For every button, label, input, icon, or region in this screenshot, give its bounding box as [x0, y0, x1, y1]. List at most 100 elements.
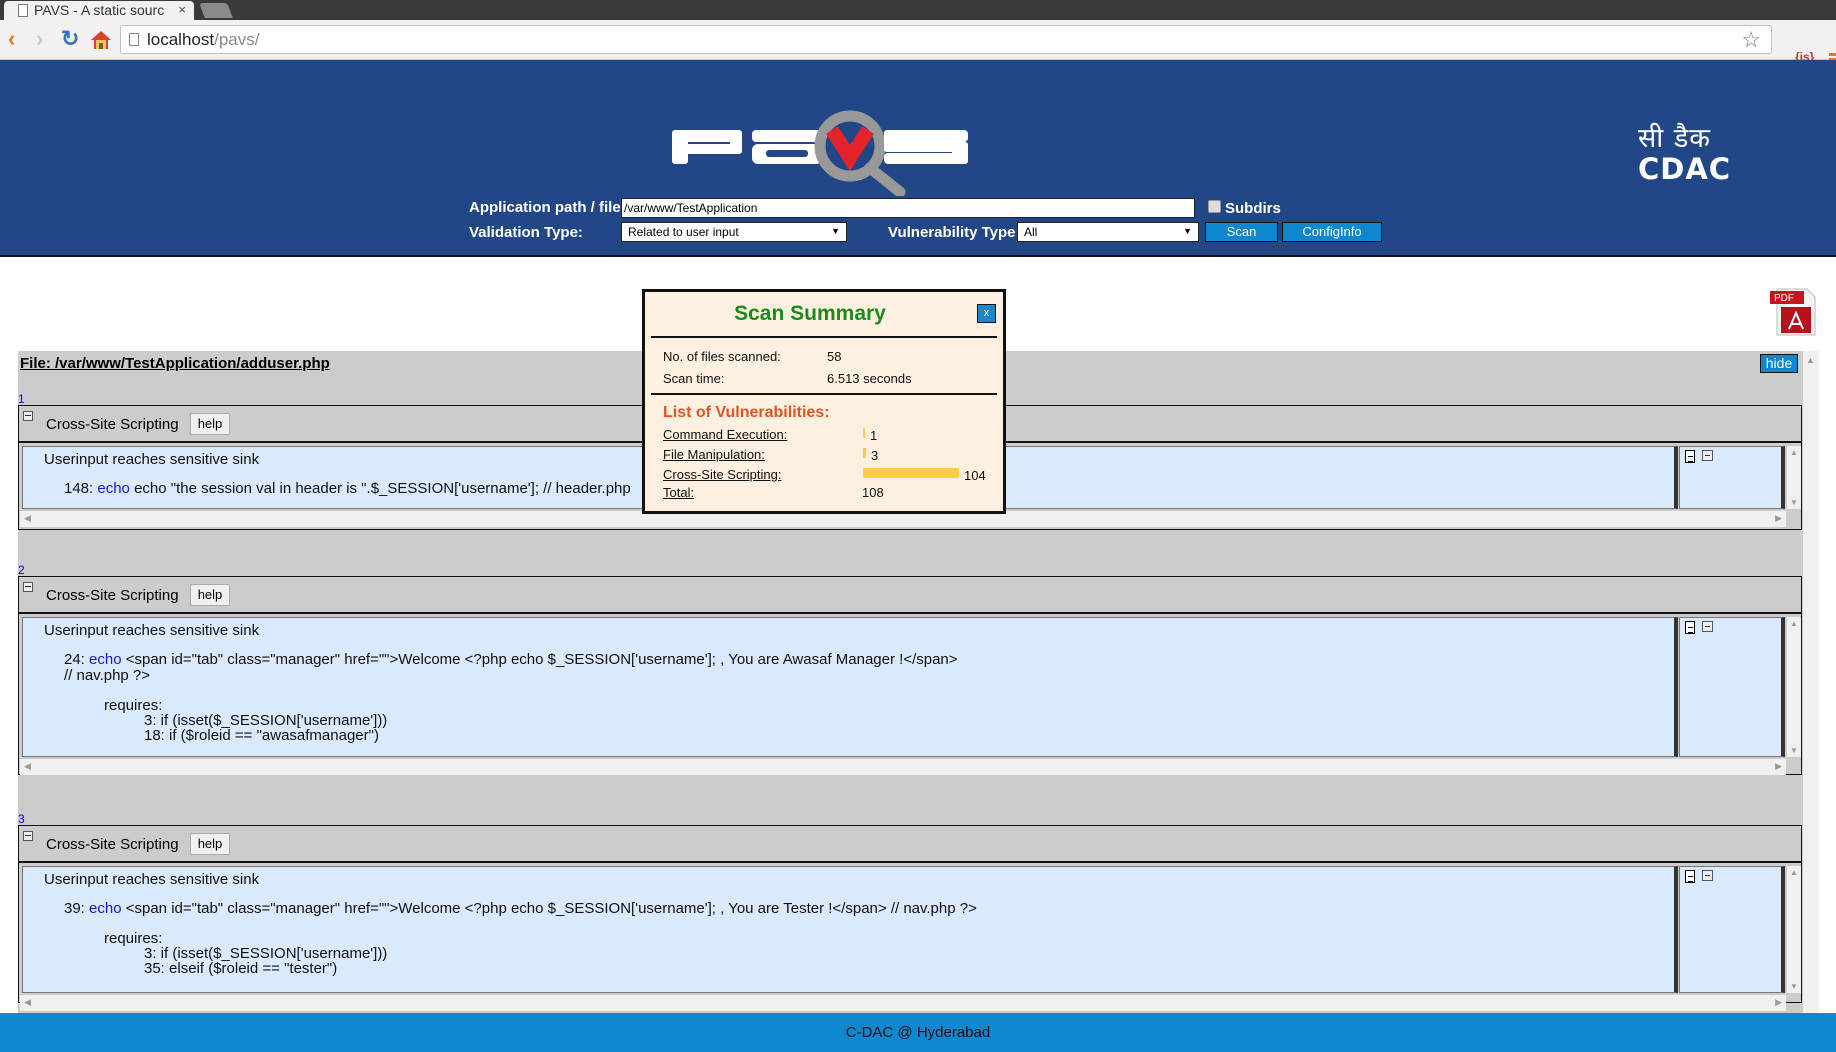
help-button[interactable]: help — [190, 413, 230, 435]
forward-icon[interactable]: › — [36, 26, 43, 52]
issue-actions — [1679, 617, 1785, 757]
subdirs-checkbox[interactable] — [1208, 200, 1221, 213]
scan-time-value: 6.513 seconds — [827, 371, 912, 386]
address-bar[interactable]: localhost/pavs/ ☆ — [120, 25, 1772, 54]
vuln-count: 104 — [964, 468, 986, 483]
code-vertical-scrollbar[interactable]: ▲ ▼ — [1787, 446, 1801, 509]
reload-icon[interactable]: ↻ — [61, 26, 79, 52]
browser-toolbar: ‹ › ↻ localhost/pavs/ ☆ {js} — [0, 20, 1836, 67]
file-icon[interactable] — [1685, 870, 1695, 883]
sink-keyword[interactable]: echo — [89, 900, 122, 917]
scan-summary-dialog: Scan Summary x No. of files scanned: 58 … — [642, 289, 1006, 514]
scan-button[interactable]: Scan — [1205, 222, 1278, 242]
issue-number[interactable]: 3 — [18, 812, 25, 826]
vuln-bar — [863, 468, 959, 478]
total-label: Total: — [663, 485, 695, 500]
sink-keyword[interactable]: echo — [89, 651, 122, 668]
page-icon — [18, 4, 28, 17]
collapse-icon[interactable] — [23, 582, 33, 592]
footer: C-DAC @ Hyderabad — [0, 1013, 1836, 1052]
browser-tab-bar: PAVS - A static sourc × — [0, 0, 1836, 20]
vulnerabilities-heading: List of Vulnerabilities: — [663, 404, 830, 421]
path-label: Application path / file: — [469, 199, 626, 216]
pdf-icon[interactable]: PDF — [1769, 287, 1817, 337]
back-icon[interactable]: ‹ — [8, 26, 15, 52]
tab-close-icon[interactable]: × — [178, 2, 186, 17]
vuln-label[interactable]: File Manipulation: — [663, 447, 765, 462]
code-box: Userinput reaches sensitive sink 39: ech… — [22, 866, 1678, 993]
code-line-continued: // nav.php ?> — [64, 667, 151, 684]
configinfo-button[interactable]: ConfigInfo — [1282, 222, 1382, 242]
browser-tab[interactable]: PAVS - A static sourc × — [4, 1, 194, 20]
code-horizontal-scrollbar[interactable]: ◀ ▶ — [20, 995, 1786, 1011]
minimize-icon[interactable] — [1702, 450, 1713, 461]
issue-message: Userinput reaches sensitive sink — [44, 622, 260, 639]
issue-number[interactable]: 1 — [18, 392, 25, 406]
file-icon[interactable] — [1685, 621, 1695, 634]
validation-type-select[interactable]: Related to user input ▼ — [621, 222, 847, 242]
home-icon[interactable] — [90, 29, 112, 51]
minimize-icon[interactable] — [1702, 870, 1713, 881]
issue-body: Userinput reaches sensitive sink 24: ech… — [18, 614, 1802, 775]
divider — [651, 393, 997, 395]
divider — [651, 336, 997, 338]
issue-type: Cross-Site Scripting — [46, 836, 179, 853]
app-header: सी डैक CDAC Application path / file: Sub… — [0, 60, 1836, 257]
bookmark-star-icon[interactable]: ☆ — [1741, 27, 1761, 53]
code-vertical-scrollbar[interactable]: ▲ ▼ — [1787, 866, 1801, 993]
dropdown-arrow-icon: ▼ — [1183, 226, 1192, 236]
hide-button[interactable]: hide — [1760, 354, 1798, 373]
issue-type: Cross-Site Scripting — [46, 587, 179, 604]
page-icon — [129, 33, 139, 46]
files-scanned-value: 58 — [827, 349, 842, 364]
issue-body: Userinput reaches sensitive sink 39: ech… — [18, 863, 1802, 1011]
files-scanned-label: No. of files scanned: — [663, 349, 781, 364]
url-host: localhost — [147, 30, 215, 49]
page-scrollbar[interactable] — [1819, 257, 1836, 1013]
help-button[interactable]: help — [190, 584, 230, 606]
requires-item: 18: if ($roleid == "awasafmanager") — [144, 727, 379, 744]
results-scrollbar[interactable]: ▲ — [1803, 351, 1819, 1013]
dropdown-arrow-icon: ▼ — [831, 226, 840, 236]
vuln-count: 3 — [871, 448, 879, 463]
vuln-bar — [863, 448, 866, 458]
code-line: 24: echo <span id="tab" class="manager" … — [64, 651, 958, 668]
collapse-icon[interactable] — [23, 411, 33, 421]
new-tab-button[interactable] — [199, 3, 233, 18]
issue-type: Cross-Site Scripting — [46, 416, 179, 433]
file-title[interactable]: File: /var/www/TestApplication/adduser.p… — [20, 355, 330, 372]
vuln-bar — [863, 428, 865, 438]
code-vertical-scrollbar[interactable]: ▲ ▼ — [1787, 617, 1801, 757]
help-button[interactable]: help — [190, 833, 230, 855]
total-value: 108 — [862, 485, 884, 500]
issue-header: Cross-Site Scripting help — [18, 576, 1802, 614]
svg-text:PDF: PDF — [1774, 293, 1794, 304]
file-icon[interactable] — [1685, 450, 1695, 463]
summary-close-button[interactable]: x — [977, 304, 996, 323]
vuln-count: 1 — [870, 428, 878, 443]
pavs-logo — [672, 110, 968, 196]
validation-type-label: Validation Type: — [469, 224, 583, 241]
path-input[interactable] — [621, 198, 1195, 218]
summary-title: Scan Summary — [734, 302, 886, 325]
issue-number[interactable]: 2 — [18, 563, 25, 577]
vuln-label[interactable]: Cross-Site Scripting: — [663, 467, 781, 482]
vuln-label[interactable]: Command Execution: — [663, 427, 787, 442]
code-line: 39: echo <span id="tab" class="manager" … — [64, 900, 977, 917]
tab-title: PAVS - A static sourc — [34, 2, 165, 18]
issue-message: Userinput reaches sensitive sink — [44, 451, 260, 468]
url-path: /pavs/ — [214, 30, 260, 49]
issue-actions — [1679, 446, 1785, 509]
vulnerability-type-select[interactable]: All ▼ — [1017, 222, 1199, 242]
minimize-icon[interactable] — [1702, 621, 1713, 632]
cdac-logo: सी डैक CDAC — [1638, 123, 1732, 186]
code-horizontal-scrollbar[interactable]: ◀ ▶ — [20, 759, 1786, 775]
collapse-icon[interactable] — [23, 831, 33, 841]
requires-item: 35: elseif ($roleid == "tester") — [144, 960, 338, 977]
scan-time-label: Scan time: — [663, 371, 725, 386]
issue-header: Cross-Site Scripting help — [18, 825, 1802, 863]
issue-message: Userinput reaches sensitive sink — [44, 871, 260, 888]
vulnerability-type-label: Vulnerability Type: — [888, 224, 1021, 241]
code-box: Userinput reaches sensitive sink 24: ech… — [22, 617, 1678, 757]
sink-keyword[interactable]: echo — [97, 480, 130, 497]
